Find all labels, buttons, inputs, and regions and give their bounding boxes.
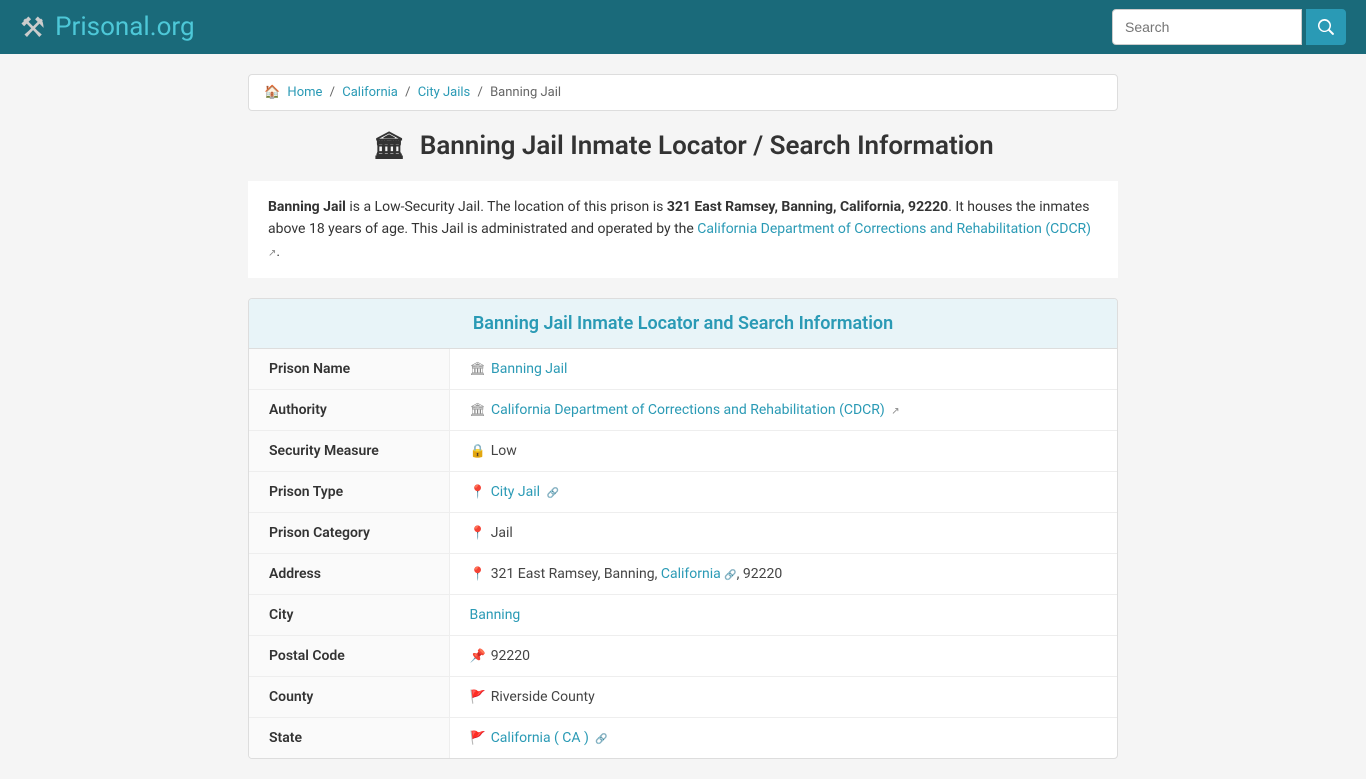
row-label: City — [249, 595, 449, 636]
search-icon — [1318, 19, 1334, 35]
table-row: City Banning — [249, 595, 1117, 636]
cell-link[interactable]: California Department of Corrections and… — [491, 402, 885, 418]
breadcrumb-home[interactable]: Home — [287, 85, 322, 100]
logo-ext: .org — [150, 12, 195, 42]
link-icon: 🔗 — [724, 570, 736, 581]
table-row: Prison Category 📍 Jail — [249, 513, 1117, 554]
row-value: 📌 92220 — [449, 636, 1117, 677]
breadcrumb-city-jails[interactable]: City Jails — [418, 85, 471, 100]
search-button[interactable] — [1306, 9, 1346, 45]
prison-name-bold: Banning Jail — [268, 199, 346, 215]
cdcr-link-desc[interactable]: California Department of Corrections and… — [697, 221, 1091, 237]
row-value: 🏛 Banning Jail — [449, 349, 1117, 390]
row-value: 🔒 Low — [449, 431, 1117, 472]
row-value: 📍321 East Ramsey, Banning, California 🔗,… — [449, 554, 1117, 595]
cell-text: 92220 — [491, 648, 530, 664]
cell-link[interactable]: City Jail — [491, 484, 540, 500]
table-row: Prison Type 📍 City Jail 🔗 — [249, 472, 1117, 513]
prison-title-icon: 🏛 — [372, 131, 405, 161]
breadcrumb: 🏠 Home / California / City Jails / Banni… — [248, 74, 1118, 111]
cell-icon: 📌 — [470, 649, 486, 664]
table-row: Postal Code 📌 92220 — [249, 636, 1117, 677]
breadcrumb-california[interactable]: California — [342, 85, 398, 100]
search-input[interactable] — [1112, 9, 1302, 45]
info-section-header: Banning Jail Inmate Locator and Search I… — [249, 299, 1117, 349]
logo-area: ⚒ Prisonal.org — [20, 11, 195, 44]
site-header: ⚒ Prisonal.org — [0, 0, 1366, 54]
row-label: Prison Category — [249, 513, 449, 554]
breadcrumb-sep-1: / — [330, 85, 335, 100]
breadcrumb-sep-2: / — [405, 85, 410, 100]
desc-part1: is a Low-Security Jail. The location of … — [346, 199, 667, 215]
table-row: State 🚩 California ( CA ) 🔗 — [249, 718, 1117, 759]
page-title-section: 🏛 Banning Jail Inmate Locator / Search I… — [248, 131, 1118, 161]
cell-icon: 🏛 — [470, 403, 487, 418]
anchor-icon: 🔗 — [595, 734, 607, 745]
row-value: 🚩 Riverside County — [449, 677, 1117, 718]
row-label: Authority — [249, 390, 449, 431]
row-value: 📍 Jail — [449, 513, 1117, 554]
row-label: Security Measure — [249, 431, 449, 472]
table-row: Security Measure 🔒 Low — [249, 431, 1117, 472]
info-section: Banning Jail Inmate Locator and Search I… — [248, 298, 1118, 759]
row-value: 📍 City Jail 🔗 — [449, 472, 1117, 513]
home-icon: 🏠 — [264, 85, 280, 100]
cell-text: Jail — [491, 525, 513, 541]
table-row: Authority 🏛 California Department of Corre… — [249, 390, 1117, 431]
row-label: Postal Code — [249, 636, 449, 677]
breadcrumb-current: Banning Jail — [490, 85, 561, 100]
cell-icon: 🔒 — [470, 444, 486, 459]
cell-link[interactable]: Banning Jail — [491, 361, 567, 377]
row-label: Address — [249, 554, 449, 595]
cell-text: Riverside County — [491, 689, 595, 705]
page-title: 🏛 Banning Jail Inmate Locator / Search I… — [248, 131, 1118, 161]
row-value: 🚩 California ( CA ) 🔗 — [449, 718, 1117, 759]
state-link[interactable]: California — [661, 566, 721, 582]
cell-link[interactable]: California ( CA ) — [491, 730, 589, 746]
row-value: Banning — [449, 595, 1117, 636]
main-content: 🏠 Home / California / City Jails / Banni… — [233, 54, 1133, 779]
row-label: County — [249, 677, 449, 718]
external-icon: ↗ — [891, 406, 899, 417]
logo-main: Prisonal — [55, 12, 150, 42]
cell-icon: 📍 — [470, 526, 486, 541]
cell-icon: 🏛 — [470, 362, 487, 377]
row-label: Prison Name — [249, 349, 449, 390]
anchor-icon: 🔗 — [547, 488, 559, 499]
cell-link[interactable]: Banning — [470, 607, 521, 623]
cell-text: Low — [491, 443, 517, 459]
info-table: Prison Name 🏛 Banning Jail Authority 🏛 Califo… — [249, 349, 1117, 758]
table-row: Address📍321 East Ramsey, Banning, Califo… — [249, 554, 1117, 595]
breadcrumb-sep-3: / — [477, 85, 482, 100]
desc-end: . — [276, 244, 280, 260]
cell-icon: 📍 — [470, 567, 486, 582]
row-label: Prison Type — [249, 472, 449, 513]
table-row: County 🚩 Riverside County — [249, 677, 1117, 718]
row-label: State — [249, 718, 449, 759]
cell-icon: 🚩 — [470, 690, 486, 705]
description-paragraph: Banning Jail is a Low-Security Jail. The… — [268, 196, 1098, 263]
table-row: Prison Name 🏛 Banning Jail — [249, 349, 1117, 390]
cell-icon: 🚩 — [470, 731, 486, 746]
description-section: Banning Jail is a Low-Security Jail. The… — [248, 181, 1118, 278]
address-bold: 321 East Ramsey, Banning, California, 92… — [667, 199, 948, 215]
cell-icon: 📍 — [470, 485, 486, 500]
row-value: 🏛 California Department of Corrections an… — [449, 390, 1117, 431]
logo-icon: ⚒ — [20, 11, 45, 44]
logo-text: Prisonal.org — [55, 12, 194, 42]
search-area — [1112, 9, 1346, 45]
